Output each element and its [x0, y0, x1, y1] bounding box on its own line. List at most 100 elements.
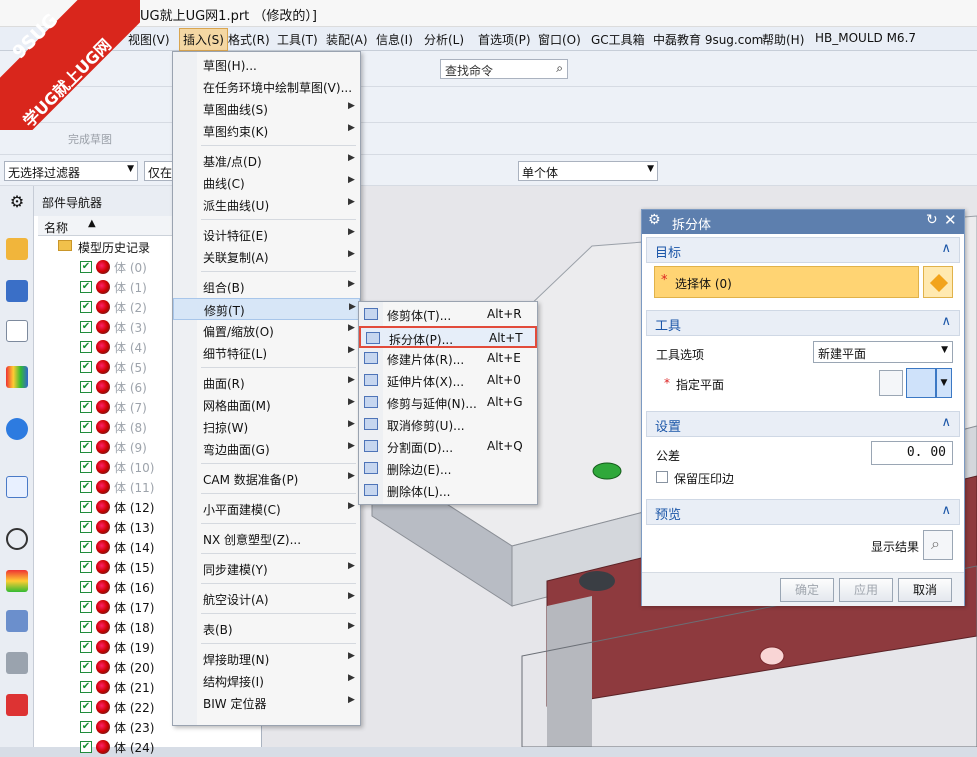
- visibility-checkbox[interactable]: ✔: [80, 321, 92, 333]
- insert-menu-item[interactable]: 同步建模(Y) ▶: [173, 558, 360, 580]
- select-body-button[interactable]: [923, 266, 953, 298]
- settings-icon[interactable]: ⚙: [6, 192, 28, 214]
- command-search-input[interactable]: 查找命令 ⌕: [440, 59, 568, 79]
- trim-menu-item[interactable]: 删除边(E)...: [359, 458, 537, 480]
- history-icon[interactable]: [6, 476, 28, 498]
- insert-menu-item[interactable]: 基准/点(D) ▶: [173, 150, 360, 172]
- insert-menu-item[interactable]: 小平面建模(C) ▶: [173, 498, 360, 520]
- trim-menu-item[interactable]: 修建片体(R)... Alt+E: [359, 348, 537, 370]
- menu-10[interactable]: 中磊教育 9sug.com: [653, 31, 763, 48]
- visibility-checkbox[interactable]: ✔: [80, 721, 92, 733]
- tool-section-header[interactable]: 工具 ∧: [646, 310, 960, 336]
- tool-option-dropdown[interactable]: 新建平面 ▼: [813, 341, 953, 363]
- insert-menu-item[interactable]: 弯边曲面(G) ▶: [173, 438, 360, 460]
- insert-menu-item[interactable]: 网格曲面(M) ▶: [173, 394, 360, 416]
- keep-imprint-checkbox[interactable]: [656, 471, 668, 483]
- menu-12[interactable]: HB_MOULD M6.7: [815, 31, 916, 45]
- visibility-checkbox[interactable]: ✔: [80, 261, 92, 273]
- ok-button[interactable]: 确定: [780, 578, 834, 602]
- close-icon[interactable]: ✕: [944, 211, 957, 229]
- visibility-checkbox[interactable]: ✔: [80, 581, 92, 593]
- insert-menu-item[interactable]: 偏置/缩放(O) ▶: [173, 320, 360, 342]
- tool-icon[interactable]: [6, 610, 28, 632]
- visibility-checkbox[interactable]: ✔: [80, 621, 92, 633]
- menu-4[interactable]: 装配(A): [326, 31, 368, 48]
- insert-menu-item[interactable]: 组合(B) ▶: [173, 276, 360, 298]
- insert-menu-item[interactable]: 在任务环境中绘制草图(V)...: [173, 76, 360, 98]
- trim-menu-item[interactable]: 延伸片体(X)... Alt+0: [359, 370, 537, 392]
- cancel-button[interactable]: 取消: [898, 578, 952, 602]
- menu-11[interactable]: 帮助(H): [762, 31, 804, 48]
- visibility-checkbox[interactable]: ✔: [80, 601, 92, 613]
- visibility-checkbox[interactable]: ✔: [80, 301, 92, 313]
- web-browser-icon[interactable]: [6, 418, 28, 440]
- tolerance-input[interactable]: 0. 00: [871, 441, 953, 465]
- visibility-checkbox[interactable]: ✔: [80, 441, 92, 453]
- insert-menu-item[interactable]: CAM 数据准备(P) ▶: [173, 468, 360, 490]
- assembly-navigator-icon[interactable]: [6, 238, 28, 260]
- visibility-checkbox[interactable]: ✔: [80, 481, 92, 493]
- menu-3[interactable]: 工具(T): [277, 31, 318, 48]
- menu-6[interactable]: 分析(L): [424, 31, 464, 48]
- visual-palette-icon[interactable]: [6, 570, 28, 592]
- visibility-checkbox[interactable]: ✔: [80, 461, 92, 473]
- insert-menu-item[interactable]: 设计特征(E) ▶: [173, 224, 360, 246]
- visibility-checkbox[interactable]: ✔: [80, 661, 92, 673]
- reuse-library-icon[interactable]: [6, 366, 28, 388]
- insert-menu-item[interactable]: 曲面(R) ▶: [173, 372, 360, 394]
- gear-icon[interactable]: ⚙: [648, 212, 661, 228]
- trim-menu-item[interactable]: 分割面(D)... Alt+Q: [359, 436, 537, 458]
- preview-section-header[interactable]: 预览 ∧: [646, 499, 960, 525]
- insert-menu-item[interactable]: 关联复制(A) ▶: [173, 246, 360, 268]
- menu-8[interactable]: 窗口(O): [538, 31, 581, 48]
- settings-section-header[interactable]: 设置 ∧: [646, 411, 960, 437]
- visibility-checkbox[interactable]: ✔: [80, 541, 92, 553]
- specify-plane-button[interactable]: [906, 368, 936, 398]
- menu-5[interactable]: 信息(I): [376, 31, 413, 48]
- body-select-dropdown[interactable]: 单个体 ▼: [518, 161, 658, 181]
- menu-7[interactable]: 首选项(P): [478, 31, 531, 48]
- trim-menu-item[interactable]: 删除体(L)...: [359, 480, 537, 502]
- visibility-checkbox[interactable]: ✔: [80, 521, 92, 533]
- finish-sketch-label[interactable]: 完成草图: [68, 131, 112, 147]
- selection-filter-dropdown[interactable]: 无选择过滤器 ▼: [4, 161, 138, 181]
- insert-menu-item[interactable]: 草图约束(K) ▶: [173, 120, 360, 142]
- part-navigator-icon[interactable]: [6, 320, 28, 342]
- visibility-checkbox[interactable]: ✔: [80, 341, 92, 353]
- insert-menu-item[interactable]: 修剪(T) ▶: [173, 298, 360, 320]
- insert-menu-item[interactable]: 草图曲线(S) ▶: [173, 98, 360, 120]
- show-result-button[interactable]: ⌕: [923, 530, 953, 560]
- select-body-row[interactable]: * 选择体 (0): [654, 266, 919, 298]
- insert-menu-item[interactable]: 结构焊接(I) ▶: [173, 670, 360, 692]
- robot-icon[interactable]: [6, 652, 28, 674]
- trim-menu-item[interactable]: 取消修剪(U)...: [359, 414, 537, 436]
- visibility-checkbox[interactable]: ✔: [80, 641, 92, 653]
- insert-menu-item[interactable]: 草图(H)...: [173, 54, 360, 76]
- menu-9[interactable]: GC工具箱: [591, 31, 645, 48]
- insert-menu-item[interactable]: 曲线(C) ▶: [173, 172, 360, 194]
- visibility-checkbox[interactable]: ✔: [80, 401, 92, 413]
- scope-dropdown[interactable]: 仅在: [144, 161, 174, 181]
- visibility-checkbox[interactable]: ✔: [80, 561, 92, 573]
- visibility-checkbox[interactable]: ✔: [80, 701, 92, 713]
- visibility-checkbox[interactable]: ✔: [80, 381, 92, 393]
- insert-menu-item[interactable]: NX 创意塑型(Z)...: [173, 528, 360, 550]
- reset-icon[interactable]: ↻: [926, 212, 938, 228]
- insert-menu-item[interactable]: 派生曲线(U) ▶: [173, 194, 360, 216]
- visibility-checkbox[interactable]: ✔: [80, 741, 92, 753]
- trim-menu-item[interactable]: 修剪与延伸(N)... Alt+G: [359, 392, 537, 414]
- plane-options-dropdown[interactable]: ▼: [936, 368, 952, 398]
- visibility-checkbox[interactable]: ✔: [80, 501, 92, 513]
- trim-menu-item[interactable]: 拆分体(P)... Alt+T: [359, 326, 537, 348]
- trim-menu-item[interactable]: 修剪体(T)... Alt+R: [359, 304, 537, 326]
- target-section-header[interactable]: 目标 ∧: [646, 237, 960, 263]
- visibility-checkbox[interactable]: ✔: [80, 361, 92, 373]
- insert-menu-item[interactable]: 扫掠(W) ▶: [173, 416, 360, 438]
- apply-button[interactable]: 应用: [839, 578, 893, 602]
- insert-menu-item[interactable]: 焊接助理(N) ▶: [173, 648, 360, 670]
- insert-menu-item[interactable]: 表(B) ▶: [173, 618, 360, 640]
- menu-2[interactable]: 格式(R): [228, 31, 270, 48]
- visibility-checkbox[interactable]: ✔: [80, 421, 92, 433]
- report-icon[interactable]: [6, 694, 28, 716]
- insert-menu-item[interactable]: 航空设计(A) ▶: [173, 588, 360, 610]
